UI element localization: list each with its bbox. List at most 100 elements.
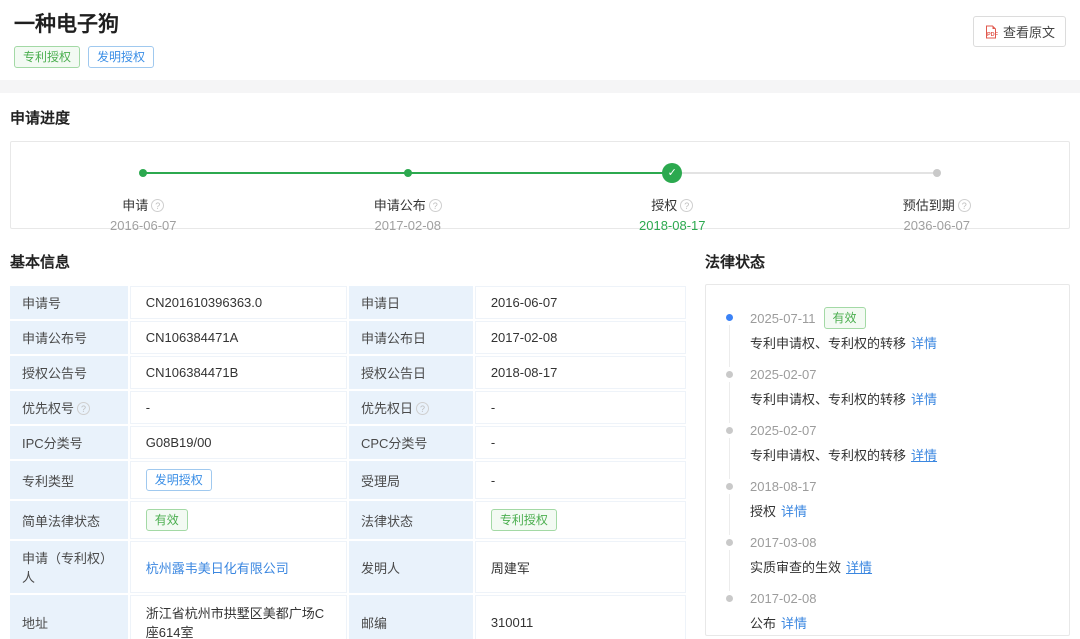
step-date: 2017-02-08 [276,216,541,235]
detail-link[interactable]: 详情 [911,392,937,407]
detail-link[interactable]: 详情 [781,504,807,519]
detail-link[interactable]: 详情 [846,560,872,575]
table-row: IPC分类号 G08B19/00 CPC分类号 - [10,426,686,459]
field-value: 浙江省杭州市拱墅区美都广场C座614室 [130,595,347,639]
table-row: 地址 浙江省杭州市拱墅区美都广场C座614室 邮编 310011 [10,595,686,639]
timeline-dot [726,371,733,378]
field-label: 申请（专利权）人 [10,541,128,593]
view-original-button[interactable]: PDF 查看原文 [973,16,1066,47]
tag-invention-granted: 发明授权 [88,46,154,68]
svg-text:PDF: PDF [987,32,998,38]
progress-section: 申请进度 ✓ 申请 2016-06-07 申请公布 2017-02-08 [0,93,1080,229]
legal-event: 专利申请权、专利权的转移 [750,392,906,407]
step-label: 申请 [122,198,148,213]
field-value: - [130,391,347,424]
table-row: 申请号 CN201610396363.0 申请日 2016-06-07 [10,286,686,319]
patent-detail-page: 一种电子狗 专利授权 发明授权 PDF 查看原文 申请进度 ✓ [0,0,1080,639]
applicant-link[interactable]: 杭州露韦美日化有限公司 [146,561,289,576]
timeline-dot [726,314,733,321]
step-label: 预估到期 [903,198,955,213]
field-value: - [475,426,686,459]
legal-date: 2025-07-11 [750,308,816,329]
detail-link[interactable]: 详情 [911,336,937,351]
legal-date: 2025-02-07 [750,364,1045,385]
field-value: 周建军 [475,541,686,593]
field-value: 有效 [130,501,347,539]
legal-date: 2025-02-07 [750,420,1045,441]
timeline-dot [726,539,733,546]
legal-event: 公布 [750,616,776,631]
main-columns: 基本信息 申请号 CN201610396363.0 申请日 2016-06-07… [0,229,1080,639]
timeline-connector [729,494,730,535]
legal-status-item: 2017-02-08 公布详情 [726,588,1045,636]
help-icon[interactable] [151,199,164,212]
step-dot-expiry [933,169,941,177]
field-label: 地址 [10,595,128,639]
detail-link[interactable]: 详情 [781,616,807,631]
help-icon[interactable] [77,402,90,415]
timeline-dot [726,483,733,490]
help-icon[interactable] [416,402,429,415]
step-granted: 授权 2018-08-17 [540,197,805,235]
legal-status-item: 2018-08-17 授权详情 [726,476,1045,532]
legal-event: 专利申请权、专利权的转移 [750,448,906,463]
field-value: 杭州露韦美日化有限公司 [130,541,347,593]
help-icon[interactable] [958,199,971,212]
pdf-icon: PDF [984,25,998,39]
detail-link[interactable]: 详情 [911,448,937,463]
progress-section-title: 申请进度 [10,107,1070,128]
legal-date: 2017-03-08 [750,532,1045,553]
field-value: - [475,461,686,499]
step-published: 申请公布 2017-02-08 [276,197,541,235]
timeline-connector [729,550,730,591]
field-value: G08B19/00 [130,426,347,459]
help-icon[interactable] [429,199,442,212]
field-label: 优先权日 [349,391,473,424]
field-value: CN106384471A [130,321,347,354]
field-label: 申请号 [10,286,128,319]
tag-row: 专利授权 发明授权 [14,46,1066,68]
table-row: 简单法律状态 有效 法律状态 专利授权 [10,501,686,539]
table-row: 专利类型 发明授权 受理局 - [10,461,686,499]
field-value: 2016-06-07 [475,286,686,319]
help-icon[interactable] [680,199,693,212]
field-label: 邮编 [349,595,473,639]
field-label: 受理局 [349,461,473,499]
field-label: 发明人 [349,541,473,593]
timeline-dot [726,595,733,602]
basic-info-section: 基本信息 申请号 CN201610396363.0 申请日 2016-06-07… [10,251,690,639]
field-value: 发明授权 [130,461,347,499]
field-label: 申请日 [349,286,473,319]
step-label: 授权 [651,198,677,213]
step-estimated-expiry: 预估到期 2036-06-07 [805,197,1070,235]
table-row: 申请（专利权）人 杭州露韦美日化有限公司 发明人 周建军 [10,541,686,593]
progress-timeline-card: ✓ 申请 2016-06-07 申请公布 2017-02-08 授权 2018-… [10,141,1070,229]
field-label: 优先权号 [10,391,128,424]
progress-line-future [672,172,937,174]
field-label: 专利类型 [10,461,128,499]
progress-track: ✓ [11,163,1069,183]
timeline-connector [729,382,730,423]
step-date: 2016-06-07 [11,216,276,235]
step-date: 2018-08-17 [540,216,805,235]
field-value: 2018-08-17 [475,356,686,389]
field-label: IPC分类号 [10,426,128,459]
legal-status-item: 2025-02-07 专利申请权、专利权的转移详情 [726,364,1045,420]
step-date: 2036-06-07 [805,216,1070,235]
page-title: 一种电子狗 [14,12,1066,38]
legal-status-card: 2025-07-11有效 专利申请权、专利权的转移详情 2025-02-07 专… [705,284,1070,636]
field-label: 授权公告日 [349,356,473,389]
basic-info-title: 基本信息 [10,251,690,272]
field-label: 法律状态 [349,501,473,539]
basic-info-table: 申请号 CN201610396363.0 申请日 2016-06-07 申请公布… [8,284,688,639]
field-label: 授权公告号 [10,356,128,389]
legal-date: 2017-02-08 [750,588,1045,609]
tag-patent-granted: 专利授权 [14,46,80,68]
field-label: 申请公布号 [10,321,128,354]
legal-event: 专利申请权、专利权的转移 [750,336,906,351]
timeline-connector [729,438,730,479]
field-value: 2017-02-08 [475,321,686,354]
field-label: 简单法律状态 [10,501,128,539]
table-row: 授权公告号 CN106384471B 授权公告日 2018-08-17 [10,356,686,389]
field-label: CPC分类号 [349,426,473,459]
